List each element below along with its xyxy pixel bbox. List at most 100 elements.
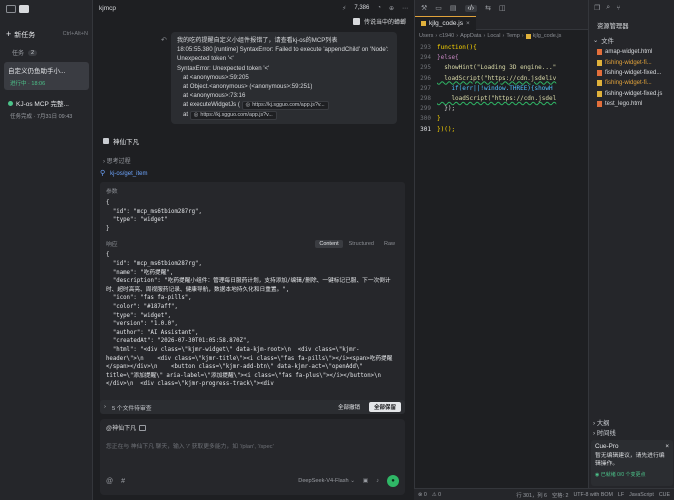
user-name: 传说当中的蟑螂 [363,20,406,26]
complete-dot-icon [8,100,13,106]
js-file-icon [525,33,531,39]
editor-tab[interactable]: kjlg_code.js × [415,15,476,30]
cursor-position[interactable]: 行 301，列 6 [516,491,547,499]
cue-status: ◉ 已就绪 0/0 个变更点 [595,472,646,478]
at-icon[interactable]: @ [106,478,113,485]
user-identity: 传说当中的蟑螂 [352,17,406,26]
task-section-label: 任务 2 [12,48,38,57]
language-mode[interactable]: JavaScript [629,492,654,498]
model-selector[interactable]: DeepSeek-V4-Flash ⌄ [298,478,355,484]
pending-changes-bar: › 5 个文件待审查 全部撤销 全部保留 [100,400,405,414]
diff-icon[interactable]: ⇆ [485,4,491,12]
files-icon[interactable]: ❐ [594,4,600,12]
globe-icon: ◎ [245,102,251,109]
file-item[interactable]: fishing-widget-fixed.js [589,89,674,99]
discard-all-button[interactable]: 全部撤销 [333,402,365,412]
explorer-toolbar: ❐ ⌕ ⑂ [589,0,674,16]
browser-icon[interactable]: ▭ [435,4,442,12]
keep-all-button[interactable]: 全部保留 [368,402,401,412]
warning-count[interactable]: ⚠ 0 [432,492,441,498]
search-icon[interactable]: ⌕ [606,4,610,12]
tab-content[interactable]: Content [315,239,343,248]
file-item[interactable]: test_lego.html [589,99,674,109]
timeline-section-toggle[interactable]: › 时间线 [589,428,674,437]
code-line: 300} [420,115,441,123]
file-item[interactable]: fishing-widget-fixed... [589,68,674,78]
panel-toggle-icon[interactable] [19,5,29,13]
user-message: 我的吃药提醒自定义小组件报错了，请查看kj-os的MCP列表 18:05:55.… [171,32,397,125]
sidebar-toggle-icon[interactable] [6,5,16,13]
terminal-icon[interactable]: ▤ [450,4,457,12]
tool-name: kj-os/get_item [110,171,148,177]
link-chip[interactable]: ◎ https://kj.sgguo.com/app.js?v... [241,101,329,111]
send-button[interactable]: ● [387,475,399,487]
file-item[interactable]: fishing-widget-fi... [589,78,674,88]
js-file-icon [421,20,426,26]
hash-icon[interactable]: # [121,478,125,485]
undo-icon[interactable]: ↶ [161,36,167,44]
js-file-icon [597,59,602,66]
agent-mention[interactable]: @神仙下凡 [106,423,147,432]
token-count: 7,386 [354,5,370,11]
chat-composer[interactable]: @神仙下凡 您正在与 神仙下凡 聊天，输入 '/' 获取更多能力，如 '/pla… [100,419,405,495]
close-icon[interactable]: × [466,20,470,27]
files-section-toggle[interactable]: ⌄ 文件 [589,30,674,45]
encoding[interactable]: UTF-8 with BOM [573,492,612,498]
editor-tabs: kjlg_code.js × [415,15,588,30]
close-icon[interactable]: × [665,443,669,450]
code-editor: ⚒ ▭ ▤ ‹/› ⇆ ◫ kjlg_code.js × Users › c194… [414,0,588,488]
wrench-icon[interactable]: ⚒ [421,4,427,12]
line-ending[interactable]: LF [618,492,624,498]
more-icon[interactable]: ⋯ [402,5,408,12]
thinking-toggle[interactable]: › 思考过程 [103,156,131,165]
add-chat-icon[interactable]: ⊕ [389,5,394,12]
cue-pro-panel: Cue-Pro × 暂无编辑建议，请先进行编 辑操作。 ◉ 已就绪 0/0 个变… [591,440,673,486]
send-icon: ● [391,478,395,484]
mic-icon[interactable]: ♪ [376,478,379,484]
link-chip[interactable]: ◎ https://kj.sgguo.com/app.js?v... [189,111,277,121]
attach-icon[interactable] [139,424,147,431]
js-file-icon [597,90,602,97]
response-code: { "id": "mcp_ms6tbiom287rg", "name": "吃药… [106,252,393,388]
code-area[interactable]: 293 function(){ 294}else{ 295 showHint("L… [415,43,588,135]
file-item[interactable]: amap-widget.html [589,47,674,57]
agent-name: 神仙下凡 [113,139,139,146]
code-line: 301})(); [420,125,456,133]
file-item[interactable]: fishing-widget-fi... [589,57,674,67]
js-file-icon [597,80,602,87]
image-icon[interactable]: ▣ [363,478,368,484]
code-line: 293 function(){ [420,44,477,51]
changes-count: 5 个文件待审查 [111,405,152,412]
params-code: { "id": "mcp_ms6tbiom287rg", "type": "wi… [106,200,202,232]
error-count[interactable]: ⊗ 0 [418,492,427,498]
task-item[interactable]: KJ-os MCP 完整... 任务完成 · 7月31日 09:43 [4,95,89,123]
history-icon[interactable]: ◔ [377,5,381,11]
indent-setting[interactable]: 空格: 2 [552,491,568,499]
code-view-icon[interactable]: ‹/› [464,4,478,12]
code-line: 295 showHint("Loading 3D engine..." [420,64,557,72]
tab-structured[interactable]: Structured [345,240,378,248]
cue-message: 暂无编辑建议，请先进行编 辑操作。 [595,453,665,467]
explorer-title: 资源管理器 [597,23,629,30]
task-item[interactable]: 自定义仍鱼助手小... 进行中 · 18:06 [4,62,89,90]
chevron-right-icon[interactable]: › [104,404,106,410]
source-control-icon[interactable]: ⑂ [616,5,620,12]
outline-section-toggle[interactable]: › 大纲 [589,418,674,427]
editor-toolbar: ⚒ ▭ ▤ ‹/› ⇆ ◫ [415,0,588,16]
task-status: 任务完成 · 7月31日 09:43 [10,114,73,120]
chat-panel: kjmcp ⚡ 7,386 ◔ ⊕ ⋯ 传说当中的蟑螂 ↶ 我的吃药提醒自定义小… [93,0,414,500]
chat-input[interactable]: 您正在与 神仙下凡 聊天，输入 '/' 获取更多能力，如 '/plan', '/… [106,441,274,450]
chat-header: kjmcp ⚡ 7,386 ◔ ⊕ ⋯ [93,0,414,16]
cue-status-item[interactable]: CUE [659,492,670,498]
task-status: 进行中 · 18:06 [10,81,46,87]
chat-title: kjmcp [99,4,116,12]
html-file-icon [597,49,602,56]
code-line: 299 }); [420,105,456,113]
task-title: 自定义仍鱼助手小... [8,68,66,75]
new-task-button[interactable]: + 新任务 Ctrl+Alt+N [6,27,88,41]
tab-raw[interactable]: Raw [380,240,399,248]
split-icon[interactable]: ◫ [499,4,506,12]
response-label: 响应 [106,242,118,249]
agent-header: 神仙下凡 [103,136,139,146]
chevron-right-icon: › [103,159,105,165]
